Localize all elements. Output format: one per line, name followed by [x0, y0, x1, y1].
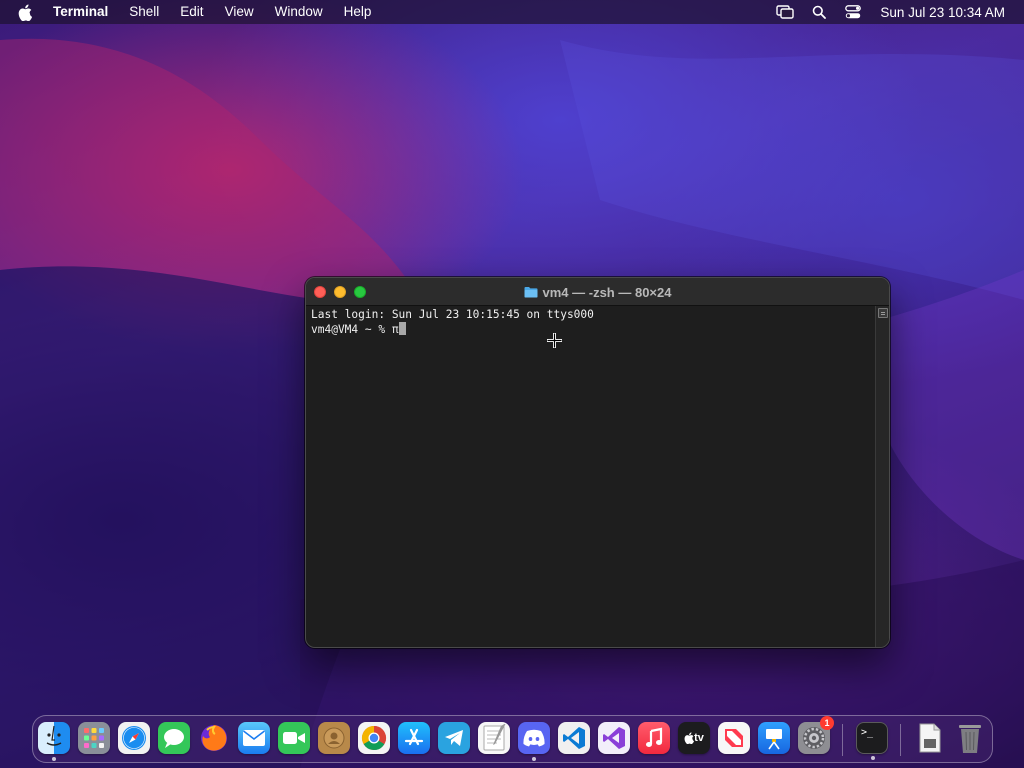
- menu-bar-clock[interactable]: Sun Jul 23 10:34 AM: [880, 5, 1005, 20]
- menu-help[interactable]: Help: [344, 0, 372, 24]
- vscode-icon[interactable]: [558, 722, 590, 754]
- window-title: vm4 — -zsh — 80×24: [306, 278, 889, 306]
- finder-icon[interactable]: [38, 722, 70, 761]
- control-center-icon[interactable]: [844, 4, 862, 20]
- crosshair-cursor-icon: [547, 333, 562, 348]
- menu-bar: Terminal Shell Edit View Window Help Sun…: [0, 0, 1024, 24]
- messages-icon[interactable]: [158, 722, 190, 754]
- news-icon[interactable]: [718, 722, 750, 754]
- terminal-prompt: vm4@VM4 ~ % π: [311, 323, 399, 336]
- search-icon[interactable]: [810, 4, 828, 20]
- dock-separator: [900, 724, 901, 756]
- menu-view[interactable]: View: [225, 0, 254, 24]
- apple-menu-icon[interactable]: [18, 3, 34, 21]
- terminal-line: Last login: Sun Jul 23 10:15:45 on ttys0…: [311, 308, 594, 321]
- menu-app-name[interactable]: Terminal: [53, 0, 108, 24]
- notification-badge: 1: [820, 716, 834, 730]
- scrollbar[interactable]: [875, 306, 889, 647]
- menu-window[interactable]: Window: [275, 0, 323, 24]
- telegram-icon[interactable]: [438, 722, 470, 754]
- screen-mirroring-icon[interactable]: [776, 4, 795, 20]
- gear-icon[interactable]: 1: [798, 716, 834, 754]
- keynote-icon[interactable]: [758, 722, 790, 754]
- folder-icon: [524, 287, 537, 298]
- terminal-prompt-line: vm4@VM4 ~ % π: [311, 322, 870, 337]
- chrome-icon[interactable]: [358, 722, 390, 754]
- menu-bar-status: Sun Jul 23 10:34 AM: [760, 0, 1005, 24]
- running-indicator: [532, 757, 536, 761]
- safari-icon[interactable]: [118, 722, 150, 754]
- music-icon[interactable]: [638, 722, 670, 754]
- window-title-text: vm4 — -zsh — 80×24: [542, 284, 672, 300]
- mail-icon[interactable]: [238, 722, 270, 754]
- window-titlebar[interactable]: vm4 — -zsh — 80×24: [306, 278, 889, 306]
- running-indicator: [871, 756, 875, 760]
- terminal-icon[interactable]: >_: [856, 722, 888, 760]
- text-cursor: [398, 322, 406, 335]
- dock: tv 1 >_: [32, 715, 993, 763]
- facetime-icon[interactable]: [278, 722, 310, 754]
- menu-edit[interactable]: Edit: [180, 0, 203, 24]
- contacts-icon[interactable]: [318, 722, 350, 754]
- trash-icon[interactable]: [954, 722, 986, 754]
- launchpad-icon[interactable]: [78, 722, 110, 754]
- textedit-icon[interactable]: [478, 722, 510, 754]
- firefox-icon[interactable]: [198, 722, 230, 754]
- running-indicator: [52, 757, 56, 761]
- terminal-icon-label: >_: [861, 727, 874, 738]
- dock-separator: [842, 724, 843, 756]
- menu-bar-left: Terminal Shell Edit View Window Help: [0, 0, 392, 24]
- scrollbar-button[interactable]: [878, 308, 888, 318]
- discord-icon[interactable]: [518, 722, 550, 761]
- terminal-output[interactable]: Last login: Sun Jul 23 10:15:45 on ttys0…: [306, 306, 875, 647]
- terminal-window[interactable]: vm4 — -zsh — 80×24 Last login: Sun Jul 2…: [305, 277, 890, 648]
- apple-tv-icon[interactable]: tv: [678, 722, 710, 754]
- visual-studio-icon[interactable]: [598, 722, 630, 754]
- app-store-icon[interactable]: [398, 722, 430, 754]
- apple-tv-label: tv: [694, 732, 704, 744]
- menu-shell[interactable]: Shell: [129, 0, 159, 24]
- document-icon[interactable]: [914, 722, 946, 754]
